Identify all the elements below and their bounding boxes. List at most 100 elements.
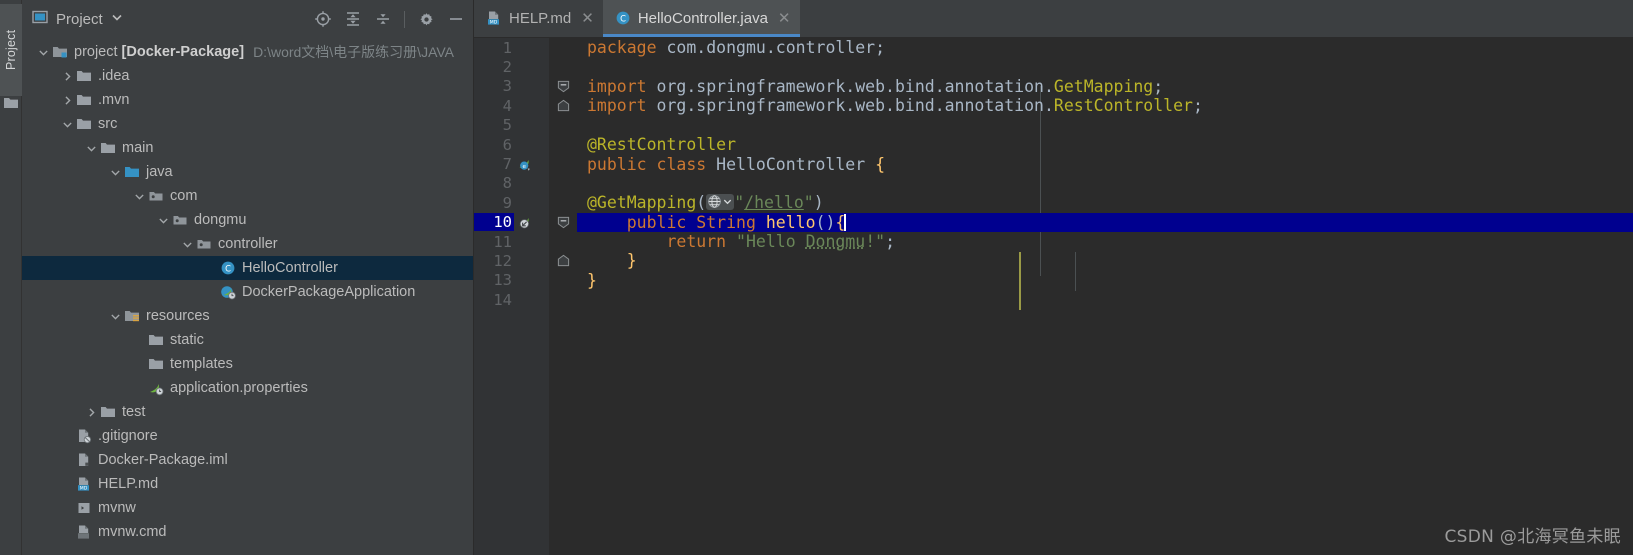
fold-empty: [549, 154, 577, 174]
tree-no-arrow: [131, 352, 147, 376]
chevron-down-icon[interactable]: [83, 136, 99, 160]
code-line-12[interactable]: 12 }: [474, 251, 1633, 271]
spring-boot-class-icon: [219, 280, 237, 304]
locate-file-icon[interactable]: [310, 6, 336, 32]
fold-marker-open[interactable]: [549, 212, 577, 232]
chevron-down-icon[interactable]: [179, 232, 195, 256]
gitignore-file-icon: [75, 424, 93, 448]
project-view-label: Project: [56, 10, 103, 28]
text-caret: [844, 213, 846, 231]
tree-item-mvnw-cmd[interactable]: mvnw.cmd: [22, 520, 473, 544]
collapse-all-icon[interactable]: [370, 6, 396, 32]
code-line-13[interactable]: 13}: [474, 270, 1633, 291]
code-line-5[interactable]: 5: [474, 115, 1633, 135]
tree-item--gitignore[interactable]: .gitignore: [22, 424, 473, 448]
chevron-right-icon[interactable]: [59, 88, 75, 112]
line-number: 2: [502, 58, 512, 77]
tree-item-controller[interactable]: controller: [22, 232, 473, 256]
tree-item-templates[interactable]: templates: [22, 352, 473, 376]
line-number: 6: [502, 135, 512, 154]
code-text: import org.springframework.web.bind.anno…: [587, 96, 1203, 116]
fold-marker-end[interactable]: [549, 96, 577, 116]
toolbar-separator: [404, 10, 405, 28]
chevron-down-icon[interactable]: [155, 208, 171, 232]
fold-marker-end[interactable]: [549, 251, 577, 271]
folder-icon: [3, 96, 19, 110]
editor-tab-hellocontroller-java[interactable]: C HelloController.java ✕: [602, 0, 800, 37]
tree-item-project[interactable]: project [Docker-Package] D:\word文档\电子版练习册…: [22, 40, 473, 64]
settings-gear-icon[interactable]: [413, 6, 439, 32]
gutter-empty: [514, 290, 549, 309]
markdown-file-icon: MD: [75, 472, 93, 496]
chevron-down-icon[interactable]: [107, 160, 123, 184]
chevron-down-icon[interactable]: [111, 10, 123, 28]
code-line-8[interactable]: 8: [474, 173, 1633, 194]
code-line-9[interactable]: 9 @GetMapping("/hello "): [474, 193, 1633, 213]
tree-item-docker-package-iml[interactable]: Docker-Package.iml: [22, 448, 473, 472]
tree-no-arrow: [59, 472, 75, 496]
gutter-empty: [514, 57, 549, 76]
line-number: 1: [502, 38, 512, 57]
fold-empty: [549, 290, 577, 310]
expand-all-icon[interactable]: [340, 6, 366, 32]
tree-item-hellocontroller[interactable]: C HelloController: [22, 256, 473, 280]
project-view-selector[interactable]: Project: [32, 9, 123, 30]
close-icon[interactable]: ✕: [581, 11, 594, 26]
java-class-icon: C: [615, 10, 631, 26]
idea-window: Project Project project [Docker-Package]…: [0, 0, 1633, 555]
chevron-down-icon[interactable]: [107, 304, 123, 328]
code-editor[interactable]: 1 package com. dongmu. controller; 2 3 import …: [474, 38, 1633, 555]
tree-item-com[interactable]: com: [22, 184, 473, 208]
chevron-right-icon[interactable]: [83, 400, 99, 424]
code-line-11[interactable]: 11 return "Hello Dongmu!";: [474, 231, 1633, 252]
web-globe-icon[interactable]: [706, 193, 735, 210]
tree-item--mvn[interactable]: .mvn: [22, 88, 473, 112]
code-text: public class HelloController {: [587, 154, 886, 174]
tree-item-src[interactable]: src: [22, 112, 473, 136]
tool-window-tab-project[interactable]: Project: [0, 4, 22, 96]
tree-item-label: com: [170, 188, 198, 204]
hide-panel-icon[interactable]: [443, 6, 469, 32]
code-line-1[interactable]: 1 package com. dongmu. controller;: [474, 38, 1633, 58]
tree-item-label: resources: [146, 308, 210, 324]
chevron-down-icon[interactable]: [35, 40, 51, 64]
fold-empty: [549, 57, 577, 77]
code-line-4[interactable]: 4 import org.springframework.web.bind.ann…: [474, 96, 1633, 116]
spring-mapping-icon[interactable]: [514, 213, 549, 232]
tree-item-application-properties[interactable]: application.properties: [22, 376, 473, 400]
code-line-6[interactable]: 6 @RestController: [474, 134, 1633, 155]
tree-item-static[interactable]: static: [22, 328, 473, 352]
code-line-2[interactable]: 2: [474, 57, 1633, 77]
tree-item-help-md[interactable]: MD HELP.md: [22, 472, 473, 496]
tree-item-resources[interactable]: resources: [22, 304, 473, 328]
gutter-empty: [514, 135, 549, 154]
tree-item-label: Docker-Package.iml: [98, 452, 228, 468]
fold-marker-open[interactable]: [549, 76, 577, 97]
tree-item--idea[interactable]: .idea: [22, 64, 473, 88]
tool-window-tab-label: Project: [4, 29, 18, 71]
code-line-10[interactable]: 10 public String hello(){: [474, 212, 1633, 232]
editor-tab-help-md[interactable]: MD HELP.md ✕: [474, 0, 603, 37]
gutter-empty: [514, 271, 549, 290]
tree-item-test[interactable]: test: [22, 400, 473, 424]
chevron-down-icon[interactable]: [131, 184, 147, 208]
tree-item-java[interactable]: java: [22, 160, 473, 184]
tree-item-mvnw[interactable]: mvnw: [22, 496, 473, 520]
tree-no-arrow: [203, 256, 219, 280]
code-line-7[interactable]: 7 e public class HelloController {: [474, 154, 1633, 174]
tree-item-label: .gitignore: [98, 428, 158, 444]
tree-item-dongmu[interactable]: dongmu: [22, 208, 473, 232]
cmd-file-icon: [75, 520, 93, 544]
spring-bean-icon[interactable]: e: [514, 154, 549, 173]
code-line-14[interactable]: 14: [474, 290, 1633, 310]
chevron-down-icon[interactable]: [59, 112, 75, 136]
tree-item-main[interactable]: main: [22, 136, 473, 160]
tree-item-label: DockerPackageApplication: [242, 284, 416, 300]
tree-item-label: mvnw.cmd: [98, 524, 167, 540]
code-line-3[interactable]: 3 import org.springframework.web.bind.ann…: [474, 76, 1633, 97]
chevron-right-icon[interactable]: [59, 64, 75, 88]
close-icon[interactable]: ✕: [778, 11, 791, 26]
tree-item-dockerpackageapplication[interactable]: DockerPackageApplication: [22, 280, 473, 304]
